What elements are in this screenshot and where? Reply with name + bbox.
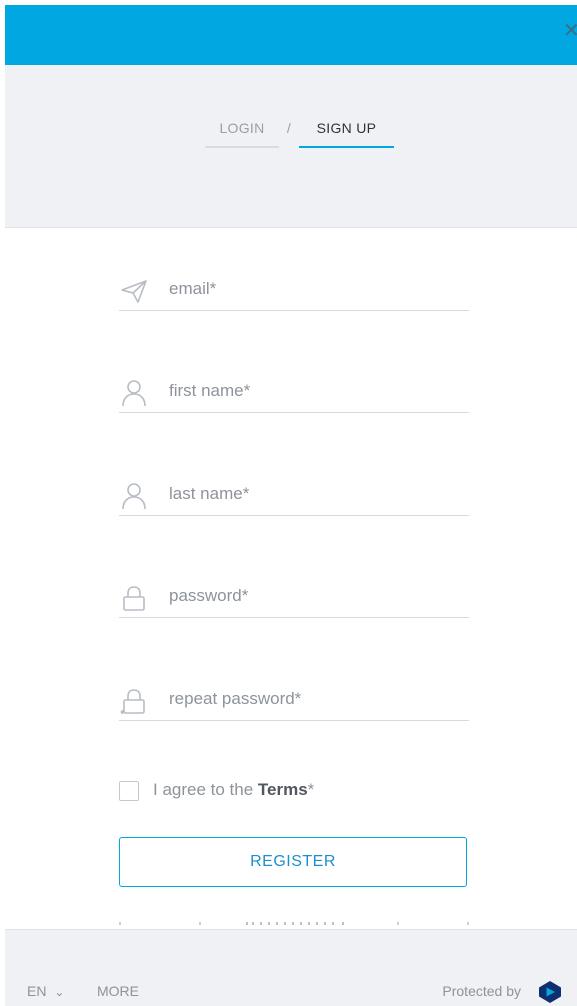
tab-signup-underline (299, 146, 394, 148)
first-name-input[interactable] (169, 372, 464, 410)
brand-logo-icon[interactable] (537, 980, 563, 1004)
close-icon[interactable]: ✕ (563, 17, 577, 45)
agree-label: I agree to the Terms* (153, 778, 314, 802)
terms-link[interactable]: Terms (258, 780, 308, 799)
user-icon (122, 380, 146, 407)
register-button[interactable]: REGISTER (119, 837, 467, 887)
top-bar: ✕ (5, 5, 577, 65)
chevron-down-icon: ⌄ (54, 985, 65, 999)
agree-suffix: * (307, 780, 315, 799)
auth-tabs: LOGIN / SIGN UP (0, 118, 577, 148)
email-field (119, 270, 469, 311)
tab-login-underline (205, 146, 279, 148)
agree-prefix: I agree to the (153, 780, 258, 799)
tab-login[interactable]: LOGIN (205, 118, 279, 148)
email-input[interactable] (169, 270, 464, 308)
lock-reset-icon (120, 689, 145, 715)
lock-icon (123, 586, 145, 611)
tab-login-label: LOGIN (219, 120, 265, 136)
protected-by-label: Protected by (442, 983, 521, 999)
last-name-field (119, 475, 469, 516)
user-icon (122, 483, 146, 510)
tab-separator: / (286, 120, 292, 136)
divider-decoration (119, 922, 469, 925)
password-field (119, 577, 469, 618)
first-name-field (119, 372, 469, 413)
password-input[interactable] (169, 577, 464, 615)
repeat-password-input[interactable] (169, 680, 464, 718)
agree-checkbox[interactable] (119, 781, 139, 801)
language-selector[interactable]: EN ⌄ (27, 983, 64, 999)
paper-plane-icon (121, 280, 147, 303)
tab-signup[interactable]: SIGN UP (299, 118, 394, 148)
last-name-input[interactable] (169, 475, 464, 513)
language-code: EN (27, 983, 47, 999)
repeat-password-field (119, 680, 469, 721)
more-link[interactable]: MORE (97, 983, 139, 999)
tab-signup-label: SIGN UP (316, 120, 377, 136)
